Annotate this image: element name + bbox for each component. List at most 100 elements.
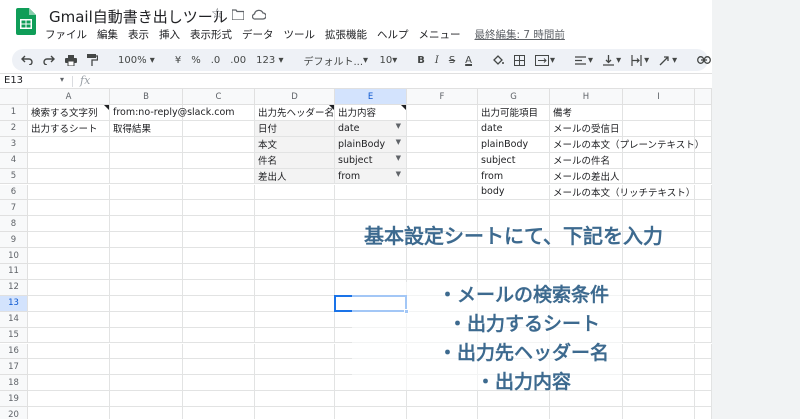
fill-color-icon[interactable] — [489, 51, 507, 69]
undo-icon[interactable] — [18, 51, 36, 69]
cell-f20[interactable] — [407, 407, 478, 419]
cell-g5[interactable]: from — [478, 168, 550, 185]
cell-i16[interactable] — [623, 343, 695, 360]
cell-a17[interactable] — [28, 359, 110, 376]
cell-e4[interactable]: subject ▼ — [335, 152, 407, 169]
horizontal-align-icon[interactable]: ▾ — [572, 51, 596, 69]
select-all-corner[interactable] — [0, 89, 28, 105]
cell-g7[interactable] — [478, 200, 550, 217]
cell-d3[interactable]: 本文 — [255, 136, 335, 153]
row-header-4[interactable]: 4 — [0, 152, 28, 169]
cell-b6[interactable] — [110, 184, 183, 201]
menu-view[interactable]: 表示 — [128, 27, 149, 43]
cell-c4[interactable] — [183, 152, 255, 169]
column-header-h[interactable]: H — [550, 89, 623, 105]
text-color-button[interactable]: A — [462, 51, 475, 69]
font-size-select[interactable]: 10 ▾ — [376, 51, 400, 69]
cell-b13[interactable] — [110, 295, 183, 312]
row-header-18[interactable]: 18 — [0, 375, 28, 392]
decrease-decimal-button[interactable]: .0 — [208, 51, 224, 69]
row-header-9[interactable]: 9 — [0, 232, 28, 249]
cell-d16[interactable] — [255, 343, 335, 360]
row-header-19[interactable]: 19 — [0, 391, 28, 408]
cell-b8[interactable] — [110, 216, 183, 233]
cell-a7[interactable] — [28, 200, 110, 217]
cell-i1[interactable] — [623, 105, 695, 121]
text-rotate-icon[interactable]: ▾ — [656, 51, 680, 69]
row-header-11[interactable]: 11 — [0, 264, 28, 280]
row-header-17[interactable]: 17 — [0, 359, 28, 376]
cell-d14[interactable] — [255, 311, 335, 328]
row-header-1[interactable]: 1 — [0, 105, 28, 121]
cell-a2[interactable]: 出力するシート — [28, 120, 110, 137]
cell-d19[interactable] — [255, 391, 335, 408]
cell-e2[interactable]: date ▼ — [335, 120, 407, 137]
cell-c15[interactable] — [183, 327, 255, 344]
cell-b7[interactable] — [110, 200, 183, 217]
cell-c16[interactable] — [183, 343, 255, 360]
redo-icon[interactable] — [40, 51, 58, 69]
cell-i7[interactable] — [623, 200, 695, 217]
cell-a5[interactable] — [28, 168, 110, 185]
cell-h5[interactable]: メールの差出人 — [550, 168, 623, 185]
cell-h6[interactable]: メールの本文（リッチテキスト） — [550, 184, 695, 201]
cell-f3[interactable] — [407, 136, 478, 153]
currency-format-button[interactable]: ¥ — [172, 51, 184, 69]
row-header-5[interactable]: 5 — [0, 168, 28, 185]
cell-h1[interactable]: 備考 — [550, 105, 623, 121]
percent-format-button[interactable]: % — [188, 51, 204, 69]
paint-format-icon[interactable] — [84, 51, 101, 69]
cell-f10[interactable] — [407, 248, 478, 264]
cell-d5[interactable]: 差出人 — [255, 168, 335, 185]
cell-e5[interactable]: from ▼ — [335, 168, 407, 185]
cell-f6[interactable] — [407, 184, 478, 201]
cell-g4[interactable]: subject — [478, 152, 550, 169]
cell-a18[interactable] — [28, 375, 110, 392]
dropdown-arrow-icon[interactable]: ▼ — [396, 122, 401, 130]
star-icon[interactable]: ☆ — [211, 6, 224, 22]
cell-b10[interactable] — [110, 248, 183, 264]
cell-c19[interactable] — [183, 391, 255, 408]
cell-b14[interactable] — [110, 311, 183, 328]
row-header-16[interactable]: 16 — [0, 343, 28, 360]
cloud-status-icon[interactable] — [251, 6, 267, 24]
cell-d15[interactable] — [255, 327, 335, 344]
column-header-b[interactable]: B — [110, 89, 183, 105]
cell-i20[interactable] — [623, 407, 695, 419]
more-formats-select[interactable]: 123 ▾ — [253, 51, 286, 69]
cell-g20[interactable] — [478, 407, 550, 419]
row-header-8[interactable]: 8 — [0, 216, 28, 233]
cell-b18[interactable] — [110, 375, 183, 392]
cell-c5[interactable] — [183, 168, 255, 185]
cell-c11[interactable] — [183, 264, 255, 280]
menu-insert[interactable]: 挿入 — [159, 27, 180, 43]
column-header-a[interactable]: A — [28, 89, 110, 105]
cell-b17[interactable] — [110, 359, 183, 376]
cell-a1[interactable]: 検索する文字列 — [28, 105, 110, 121]
menu-data[interactable]: データ — [242, 27, 274, 43]
cell-a11[interactable] — [28, 264, 110, 280]
cell-d17[interactable] — [255, 359, 335, 376]
cell-h7[interactable] — [550, 200, 623, 217]
row-header-6[interactable]: 6 — [0, 184, 28, 201]
cell-g1[interactable]: 出力可能項目 — [478, 105, 550, 121]
row-header-3[interactable]: 3 — [0, 136, 28, 153]
cell-a20[interactable] — [28, 407, 110, 419]
row-header-2[interactable]: 2 — [0, 120, 28, 137]
cell-f7[interactable] — [407, 200, 478, 217]
cell-a4[interactable] — [28, 152, 110, 169]
cell-c13[interactable] — [183, 295, 255, 312]
cell-f2[interactable] — [407, 120, 478, 137]
cell-a14[interactable] — [28, 311, 110, 328]
cell-c3[interactable] — [183, 136, 255, 153]
move-folder-icon[interactable] — [231, 6, 245, 24]
cell-b5[interactable] — [110, 168, 183, 185]
cell-h2[interactable]: メールの受信日 — [550, 120, 623, 137]
cell-d1[interactable]: 出力先ヘッダー名 — [255, 105, 335, 121]
cell-g3[interactable]: plainBody — [478, 136, 550, 153]
cell-h20[interactable] — [550, 407, 623, 419]
cell-d4[interactable]: 件名 — [255, 152, 335, 169]
cell-b2[interactable]: 取得結果 — [110, 120, 183, 137]
cell-d7[interactable] — [255, 200, 335, 217]
cell-c8[interactable] — [183, 216, 255, 233]
